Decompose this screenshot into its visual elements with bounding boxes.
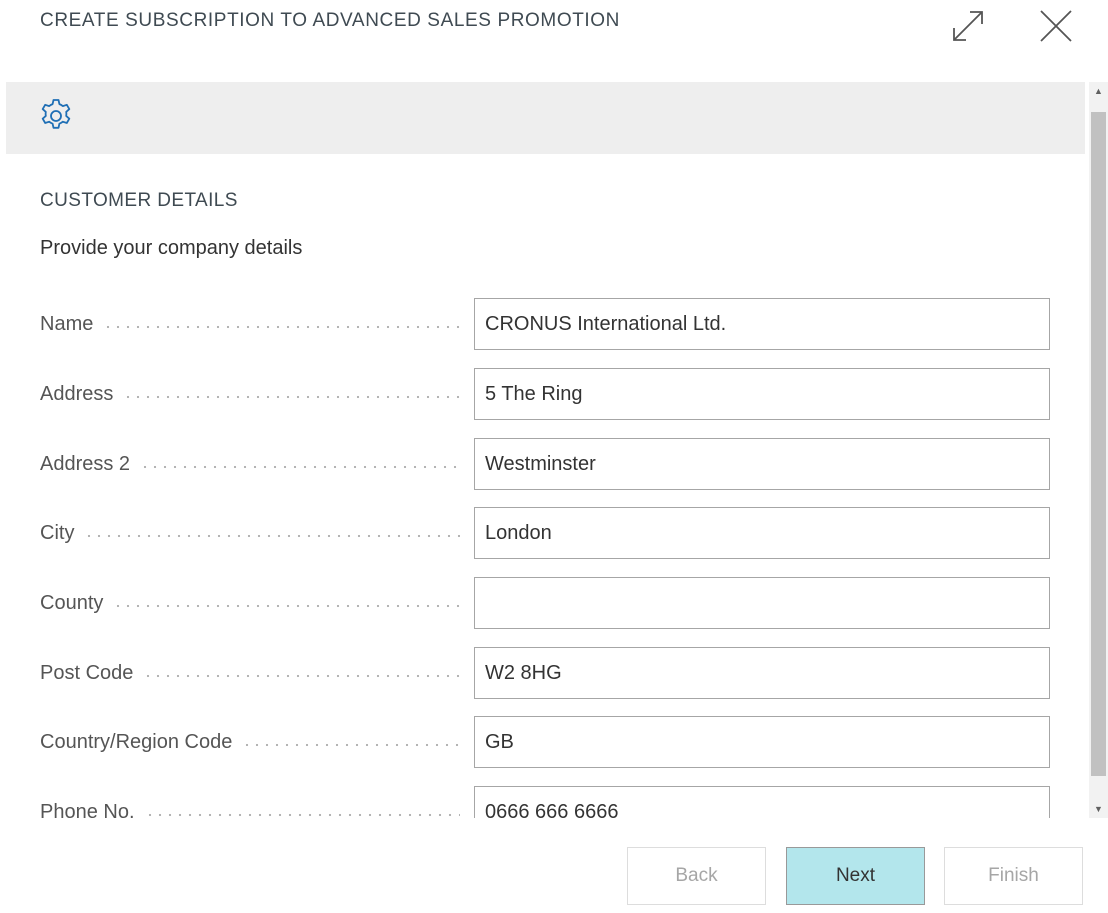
field-row-address-2: Address 2 <box>40 438 1050 490</box>
scroll-up-arrow-icon[interactable]: ▲ <box>1089 82 1108 100</box>
field-label: Name <box>40 312 460 336</box>
address-label: Address <box>40 383 114 405</box>
section-title: CUSTOMER DETAILS <box>40 190 238 211</box>
name-label: Name <box>40 313 94 335</box>
gear-icon <box>37 97 75 140</box>
county-input[interactable] <box>474 577 1050 629</box>
county-label: County <box>40 592 104 614</box>
action-toolbar <box>6 82 1085 154</box>
leader-dots <box>143 673 460 679</box>
next-button[interactable]: Next <box>786 847 925 905</box>
vertical-scrollbar[interactable]: ▲ ▼ <box>1089 82 1108 818</box>
city-input[interactable] <box>474 507 1050 559</box>
leader-dots <box>144 812 460 818</box>
field-label: City <box>40 521 460 545</box>
dialog-title: CREATE SUBSCRIPTION TO ADVANCED SALES PR… <box>40 10 621 31</box>
field-label: Address 2 <box>40 452 460 476</box>
field-label: Address <box>40 382 460 406</box>
field-label: Phone No. <box>40 800 460 818</box>
post-code-input[interactable] <box>474 647 1050 699</box>
field-label: Country/Region Code <box>40 730 460 754</box>
field-label: County <box>40 591 460 615</box>
address-2-input[interactable] <box>474 438 1050 490</box>
back-button[interactable]: Back <box>627 847 766 905</box>
wizard-content: CUSTOMER DETAILS Provide your company de… <box>6 154 1085 818</box>
field-row-name: Name <box>40 298 1050 350</box>
leader-dots <box>140 464 460 470</box>
city-label: City <box>40 522 75 544</box>
scrollbar-thumb[interactable] <box>1091 112 1106 776</box>
leader-dots <box>242 742 460 748</box>
country-region-code-label: Country/Region Code <box>40 731 233 753</box>
close-x-icon <box>1036 6 1076 46</box>
leader-dots <box>84 533 460 539</box>
phone-no-label: Phone No. <box>40 801 135 818</box>
expand-arrows-icon <box>948 6 988 46</box>
country-region-code-input[interactable] <box>474 716 1050 768</box>
address-input[interactable] <box>474 368 1050 420</box>
phone-no-input[interactable] <box>474 786 1050 818</box>
close-button[interactable] <box>1034 4 1078 48</box>
field-row-country-region-code: Country/Region Code <box>40 716 1050 768</box>
expand-button[interactable] <box>946 4 990 48</box>
leader-dots <box>113 603 460 609</box>
name-input[interactable] <box>474 298 1050 350</box>
leader-dots <box>103 324 460 330</box>
section-description: Provide your company details <box>40 237 303 259</box>
address-2-label: Address 2 <box>40 453 131 475</box>
finish-button[interactable]: Finish <box>944 847 1083 905</box>
scroll-down-arrow-icon[interactable]: ▼ <box>1089 800 1108 818</box>
post-code-label: Post Code <box>40 662 134 684</box>
leader-dots <box>123 394 460 400</box>
field-row-county: County <box>40 577 1050 629</box>
settings-button[interactable] <box>36 98 76 138</box>
field-row-city: City <box>40 507 1050 559</box>
field-row-post-code: Post Code <box>40 647 1050 699</box>
field-row-address: Address <box>40 368 1050 420</box>
subscription-wizard-dialog: CREATE SUBSCRIPTION TO ADVANCED SALES PR… <box>0 0 1108 913</box>
field-label: Post Code <box>40 661 460 685</box>
field-row-phone-no: Phone No. <box>40 786 1050 818</box>
